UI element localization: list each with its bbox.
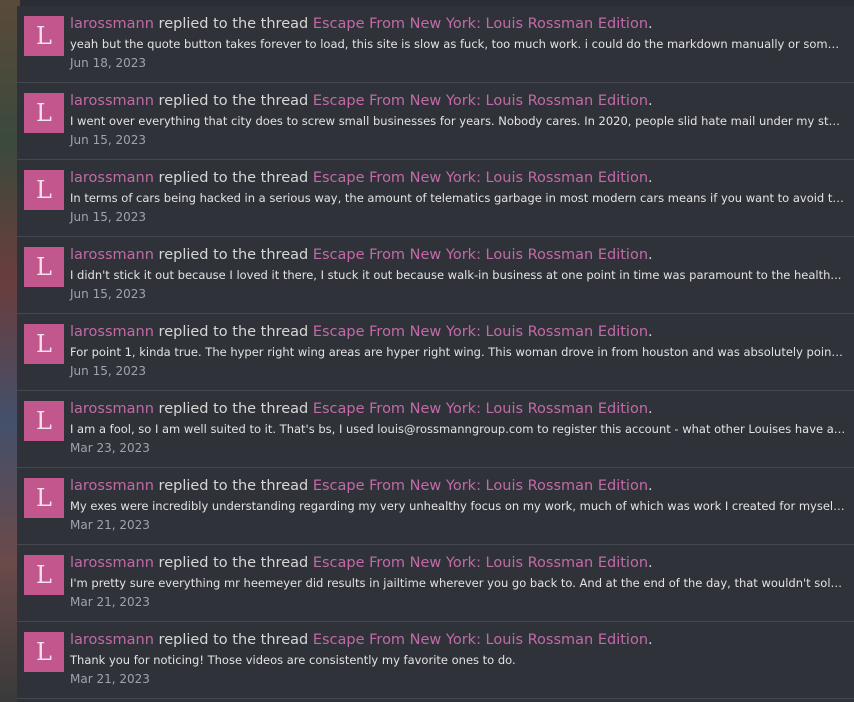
activity-headline: larossmann replied to the thread Escape … bbox=[70, 477, 846, 495]
activity-item: L larossmann replied to the thread Escap… bbox=[17, 314, 854, 391]
activity-headline: larossmann replied to the thread Escape … bbox=[70, 554, 846, 572]
thread-link[interactable]: Escape From New York: Louis Rossman Edit… bbox=[313, 478, 648, 494]
post-date[interactable]: Jun 15, 2023 bbox=[70, 132, 846, 148]
post-date[interactable]: Jun 15, 2023 bbox=[70, 286, 846, 302]
activity-headline: larossmann replied to the thread Escape … bbox=[70, 15, 846, 33]
activity-item: L larossmann replied to the thread Escap… bbox=[17, 6, 854, 83]
post-snippet[interactable]: yeah but the quote button takes forever … bbox=[70, 36, 846, 52]
activity-item: L larossmann replied to the thread Escap… bbox=[17, 622, 854, 699]
activity-item: L larossmann replied to the thread Escap… bbox=[17, 160, 854, 237]
post-date[interactable]: Mar 21, 2023 bbox=[70, 671, 846, 687]
user-avatar[interactable]: L bbox=[24, 632, 64, 672]
activity-content: larossmann replied to the thread Escape … bbox=[70, 477, 846, 533]
username-link[interactable]: larossmann bbox=[70, 401, 154, 417]
thread-link[interactable]: Escape From New York: Louis Rossman Edit… bbox=[313, 247, 648, 263]
activity-item: L larossmann replied to the thread Escap… bbox=[17, 468, 854, 545]
activity-headline: larossmann replied to the thread Escape … bbox=[70, 400, 846, 418]
user-avatar[interactable]: L bbox=[24, 93, 64, 133]
headline-period: . bbox=[648, 16, 653, 32]
thread-link[interactable]: Escape From New York: Louis Rossman Edit… bbox=[313, 93, 648, 109]
post-date[interactable]: Mar 21, 2023 bbox=[70, 517, 846, 533]
headline-period: . bbox=[648, 401, 653, 417]
post-date[interactable]: Mar 23, 2023 bbox=[70, 440, 846, 456]
action-text: replied to the thread bbox=[158, 16, 309, 32]
thread-link[interactable]: Escape From New York: Louis Rossman Edit… bbox=[313, 632, 648, 648]
thread-link[interactable]: Escape From New York: Louis Rossman Edit… bbox=[313, 16, 648, 32]
activity-content: larossmann replied to the thread Escape … bbox=[70, 323, 846, 379]
post-date[interactable]: Jun 15, 2023 bbox=[70, 209, 846, 225]
post-snippet[interactable]: In terms of cars being hacked in a serio… bbox=[70, 190, 846, 206]
headline-period: . bbox=[648, 247, 653, 263]
action-text: replied to the thread bbox=[158, 93, 309, 109]
activity-content: larossmann replied to the thread Escape … bbox=[70, 92, 846, 148]
username-link[interactable]: larossmann bbox=[70, 324, 154, 340]
username-link[interactable]: larossmann bbox=[70, 478, 154, 494]
activity-content: larossmann replied to the thread Escape … bbox=[70, 554, 846, 610]
post-snippet[interactable]: I'm pretty sure everything mr heemeyer d… bbox=[70, 575, 846, 591]
user-avatar[interactable]: L bbox=[24, 401, 64, 441]
username-link[interactable]: larossmann bbox=[70, 247, 154, 263]
activity-item: L larossmann replied to the thread Escap… bbox=[17, 391, 854, 468]
activity-item: L larossmann replied to the thread Escap… bbox=[17, 237, 854, 314]
post-snippet[interactable]: I didn't stick it out because I loved it… bbox=[70, 267, 846, 283]
user-avatar[interactable]: L bbox=[24, 555, 64, 595]
headline-period: . bbox=[648, 632, 653, 648]
activity-content: larossmann replied to the thread Escape … bbox=[70, 246, 846, 302]
thread-link[interactable]: Escape From New York: Louis Rossman Edit… bbox=[313, 555, 648, 571]
post-date[interactable]: Jun 15, 2023 bbox=[70, 363, 846, 379]
username-link[interactable]: larossmann bbox=[70, 555, 154, 571]
activity-item: L larossmann replied to the thread Escap… bbox=[17, 545, 854, 622]
post-snippet[interactable]: I am a fool, so I am well suited to it. … bbox=[70, 421, 846, 437]
action-text: replied to the thread bbox=[158, 170, 309, 186]
post-date[interactable]: Mar 21, 2023 bbox=[70, 594, 846, 610]
user-avatar[interactable]: L bbox=[24, 247, 64, 287]
activity-headline: larossmann replied to the thread Escape … bbox=[70, 631, 846, 649]
activity-content: larossmann replied to the thread Escape … bbox=[70, 169, 846, 225]
post-date[interactable]: Jun 18, 2023 bbox=[70, 55, 846, 71]
headline-period: . bbox=[648, 555, 653, 571]
activity-list: L larossmann replied to the thread Escap… bbox=[17, 6, 854, 699]
user-avatar[interactable]: L bbox=[24, 170, 64, 210]
action-text: replied to the thread bbox=[158, 401, 309, 417]
activity-feed: L larossmann replied to the thread Escap… bbox=[17, 6, 854, 702]
headline-period: . bbox=[648, 170, 653, 186]
post-snippet[interactable]: I went over everything that city does to… bbox=[70, 113, 846, 129]
activity-content: larossmann replied to the thread Escape … bbox=[70, 631, 846, 687]
action-text: replied to the thread bbox=[158, 632, 309, 648]
post-snippet[interactable]: My exes were incredibly understanding re… bbox=[70, 498, 846, 514]
user-avatar[interactable]: L bbox=[24, 16, 64, 56]
username-link[interactable]: larossmann bbox=[70, 93, 154, 109]
action-text: replied to the thread bbox=[158, 555, 309, 571]
username-link[interactable]: larossmann bbox=[70, 632, 154, 648]
action-text: replied to the thread bbox=[158, 478, 309, 494]
headline-period: . bbox=[648, 93, 653, 109]
post-snippet[interactable]: Thank you for noticing! Those videos are… bbox=[70, 652, 846, 668]
thread-link[interactable]: Escape From New York: Louis Rossman Edit… bbox=[313, 401, 648, 417]
post-snippet[interactable]: For point 1, kinda true. The hyper right… bbox=[70, 344, 846, 360]
headline-period: . bbox=[648, 324, 653, 340]
activity-headline: larossmann replied to the thread Escape … bbox=[70, 323, 846, 341]
activity-headline: larossmann replied to the thread Escape … bbox=[70, 92, 846, 110]
user-avatar[interactable]: L bbox=[24, 324, 64, 364]
action-text: replied to the thread bbox=[158, 247, 309, 263]
username-link[interactable]: larossmann bbox=[70, 16, 154, 32]
thread-link[interactable]: Escape From New York: Louis Rossman Edit… bbox=[313, 170, 648, 186]
activity-content: larossmann replied to the thread Escape … bbox=[70, 15, 846, 71]
action-text: replied to the thread bbox=[158, 324, 309, 340]
thread-link[interactable]: Escape From New York: Louis Rossman Edit… bbox=[313, 324, 648, 340]
activity-headline: larossmann replied to the thread Escape … bbox=[70, 246, 846, 264]
activity-headline: larossmann replied to the thread Escape … bbox=[70, 169, 846, 187]
headline-period: . bbox=[648, 478, 653, 494]
user-avatar[interactable]: L bbox=[24, 478, 64, 518]
username-link[interactable]: larossmann bbox=[70, 170, 154, 186]
activity-content: larossmann replied to the thread Escape … bbox=[70, 400, 846, 456]
activity-item: L larossmann replied to the thread Escap… bbox=[17, 83, 854, 160]
